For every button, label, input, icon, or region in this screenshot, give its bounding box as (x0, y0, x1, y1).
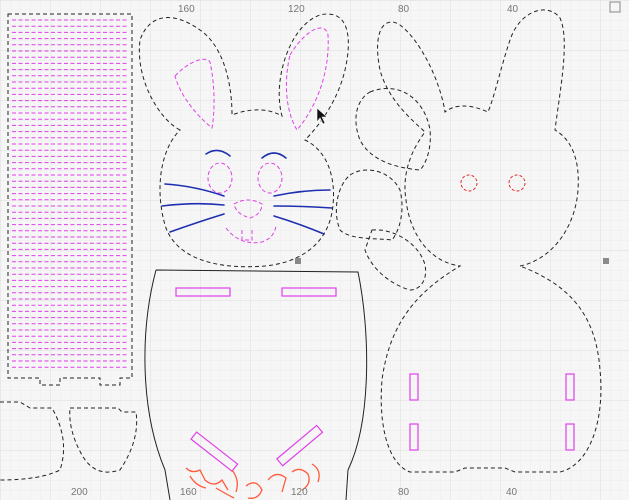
ruler-bottom-label-120: 120 (291, 487, 308, 498)
selection-handle-right[interactable] (603, 258, 609, 264)
ruler-bottom-label-40: 40 (506, 487, 518, 498)
ruler-top-label-160: 160 (178, 4, 195, 15)
design-canvas[interactable] (0, 0, 629, 500)
ruler-bottom-label-200: 200 (71, 487, 88, 498)
selection-handle-left[interactable] (295, 258, 301, 264)
ruler-top-label-120: 120 (288, 4, 305, 15)
ruler-top-label-80: 80 (398, 4, 410, 15)
ruler-bottom-label-80: 80 (398, 487, 410, 498)
ruler-top-label-40: 40 (507, 4, 519, 15)
canvas-grid (0, 0, 629, 500)
ruler-bottom-label-160: 160 (180, 487, 197, 498)
